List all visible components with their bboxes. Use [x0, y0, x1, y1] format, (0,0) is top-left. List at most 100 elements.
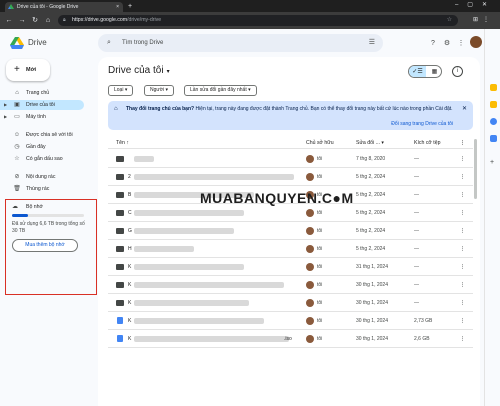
file-icon: [117, 335, 123, 342]
search-options-icon[interactable]: ☰: [369, 34, 375, 52]
home-browser-icon[interactable]: ⌂: [43, 15, 53, 26]
table-row[interactable]: Ktôi 30 thg 1, 2024 2,73 GB ⋮: [108, 312, 473, 330]
filter-people-chip[interactable]: Người ▾: [144, 85, 175, 96]
tasks-icon[interactable]: [490, 118, 497, 125]
modified-date: 30 thg 1, 2024: [356, 318, 388, 324]
sidebar-item-starred[interactable]: ☆ Có gắn dấu sao: [0, 154, 98, 164]
more-options-icon[interactable]: ⋮: [460, 276, 465, 294]
toolbar-extension-icons[interactable]: ⊞⋮: [473, 15, 494, 26]
avatar: [306, 209, 314, 217]
avatar[interactable]: [470, 36, 482, 48]
new-tab-button[interactable]: +: [128, 2, 132, 12]
window-controls[interactable]: –▢✕: [455, 1, 496, 8]
new-button[interactable]: + Mới: [6, 59, 50, 81]
bookmark-star-icon[interactable]: ☆: [447, 15, 452, 26]
avatar: [306, 317, 314, 325]
sidebar-item-shared[interactable]: ☺ Được chia sẻ với tôi: [0, 130, 98, 140]
grid-view-icon[interactable]: ▦: [426, 66, 441, 77]
apps-grid-icon[interactable]: ⋮: [456, 39, 466, 49]
table-row[interactable]: Gtôi 5 thg 2, 2024 — ⋮: [108, 222, 473, 240]
table-row[interactable]: tôi 7 thg 8, 2020 — ⋮: [108, 150, 473, 168]
close-tab-icon[interactable]: ×: [116, 2, 119, 12]
expand-caret-icon[interactable]: ▶: [4, 100, 7, 110]
address-bar[interactable]: 🔒︎ https://drive.google.com/drive/my-dri…: [58, 15, 458, 26]
filter-type-chip[interactable]: Loại ▾: [108, 85, 134, 96]
sidebar-item-home[interactable]: ⌂ Trang chủ: [0, 88, 98, 98]
avatar: [306, 299, 314, 307]
avatar: [306, 263, 314, 271]
reload-icon[interactable]: ↻: [30, 15, 40, 26]
add-addon-icon[interactable]: +: [490, 159, 497, 166]
storage-title[interactable]: Bộ nhớ: [26, 204, 43, 210]
owner: tôi: [317, 282, 323, 288]
browser-tab[interactable]: Drive của tôi - Google Drive ×: [5, 2, 123, 12]
search-placeholder: Tìm trong Drive: [122, 40, 164, 46]
contacts-icon[interactable]: [490, 135, 497, 142]
expand-caret-icon[interactable]: ▶: [4, 112, 7, 122]
close-icon[interactable]: ✕: [462, 105, 467, 112]
browser-toolbar: ← → ↻ ⌂ 🔒︎ https://drive.google.com/driv…: [0, 12, 500, 29]
file-name: 2: [128, 174, 131, 180]
table-row[interactable]: Ktôi 30 thg 1, 2024 2,6 GB ⋮ .iso: [108, 330, 473, 348]
view-toggle[interactable]: ✓☰ ▦: [408, 65, 442, 78]
more-options-icon[interactable]: ⋮: [460, 150, 465, 168]
more-options-icon[interactable]: ⋮: [460, 330, 465, 348]
sidebar-item-recent[interactable]: ◷ Gần đây: [0, 142, 98, 152]
file-name: K: [128, 264, 132, 270]
column-name[interactable]: Tên ↑: [116, 137, 129, 149]
table-header: Tên ↑ Chủ sở hữu Sửa đổi ... ▾ Kích cỡ t…: [108, 137, 473, 149]
column-size[interactable]: Kích cỡ tệp: [414, 137, 440, 149]
search-bar[interactable]: ⌕ Tìm trong Drive ☰: [98, 34, 383, 52]
more-options-icon[interactable]: ⋮: [460, 222, 465, 240]
file-size: —: [414, 246, 419, 252]
table-row[interactable]: Htôi 5 thg 2, 2024 — ⋮: [108, 240, 473, 258]
redacted-name-block: [134, 210, 244, 216]
back-icon[interactable]: ←: [4, 15, 14, 26]
calendar-icon[interactable]: [490, 84, 497, 91]
filter-modified-chip[interactable]: Lần sửa đổi gần đây nhất ▾: [184, 85, 257, 96]
table-row[interactable]: Ctôi 5 thg 2, 2024 — ⋮: [108, 204, 473, 222]
settings-gear-icon[interactable]: ⚙: [442, 39, 452, 49]
main-panel: Drive của tôi ▾ ✓☰ ▦ i Loại ▾ Người ▾ Lần…: [98, 57, 480, 406]
buy-storage-button[interactable]: Mua thêm bộ nhớ: [12, 239, 78, 252]
more-options-icon[interactable]: ⋮: [460, 168, 465, 186]
modified-date: 30 thg 1, 2024: [356, 282, 388, 288]
folder-icon: [116, 300, 124, 306]
file-name: B: [128, 192, 132, 198]
sidebar-item-trash[interactable]: 🗑︎ Thùng rác: [0, 184, 98, 194]
table-row[interactable]: Ktôi 30 thg 1, 2024 — ⋮: [108, 294, 473, 312]
avatar: [306, 335, 314, 343]
switch-to-my-drive-link[interactable]: Đổi sang trang Drive của tôi: [391, 121, 453, 127]
forward-icon[interactable]: →: [17, 15, 27, 26]
list-view-icon[interactable]: ✓☰: [409, 66, 426, 77]
search-icon[interactable]: ⌕: [107, 34, 111, 52]
file-name: K: [128, 300, 132, 306]
owner: tôi: [317, 174, 323, 180]
more-options-icon[interactable]: ⋮: [460, 294, 465, 312]
more-options-icon[interactable]: ⋮: [460, 312, 465, 330]
scrollbar[interactable]: [474, 139, 477, 199]
table-row[interactable]: Ktôi 30 thg 1, 2024 — ⋮: [108, 276, 473, 294]
help-icon[interactable]: ?: [428, 39, 438, 49]
more-options-icon[interactable]: ⋮: [460, 240, 465, 258]
table-row[interactable]: 2 tôi 5 thg 2, 2024 — ⋮: [108, 168, 473, 186]
column-owner[interactable]: Chủ sở hữu: [306, 137, 334, 149]
table-row[interactable]: Ktôi 31 thg 1, 2024 — ⋮: [108, 258, 473, 276]
sidebar-item-my-drive[interactable]: ▶ ▣ Drive của tôi: [0, 100, 84, 110]
file-size: —: [414, 192, 419, 198]
home-icon: ⌂: [15, 90, 19, 96]
file-extension: .iso: [284, 336, 292, 342]
sidebar-item-spam[interactable]: ⊘ Nội dung rác: [0, 172, 98, 182]
more-options-icon[interactable]: ⋮: [460, 258, 465, 276]
more-options-icon[interactable]: ⋮: [460, 186, 465, 204]
info-icon[interactable]: i: [452, 66, 463, 77]
more-options-icon[interactable]: ⋮: [460, 204, 465, 222]
page-title[interactable]: Drive của tôi ▾: [108, 65, 170, 76]
sidebar-item-label: Máy tính: [26, 114, 46, 120]
drive-favicon-icon: [8, 4, 14, 9]
file-size: —: [414, 210, 419, 216]
keep-icon[interactable]: [490, 101, 497, 108]
column-modified[interactable]: Sửa đổi ... ▾: [356, 137, 384, 149]
sidebar-item-computers[interactable]: ▶ ▭ Máy tính: [0, 112, 98, 122]
more-options-icon[interactable]: ⋮: [460, 137, 465, 149]
